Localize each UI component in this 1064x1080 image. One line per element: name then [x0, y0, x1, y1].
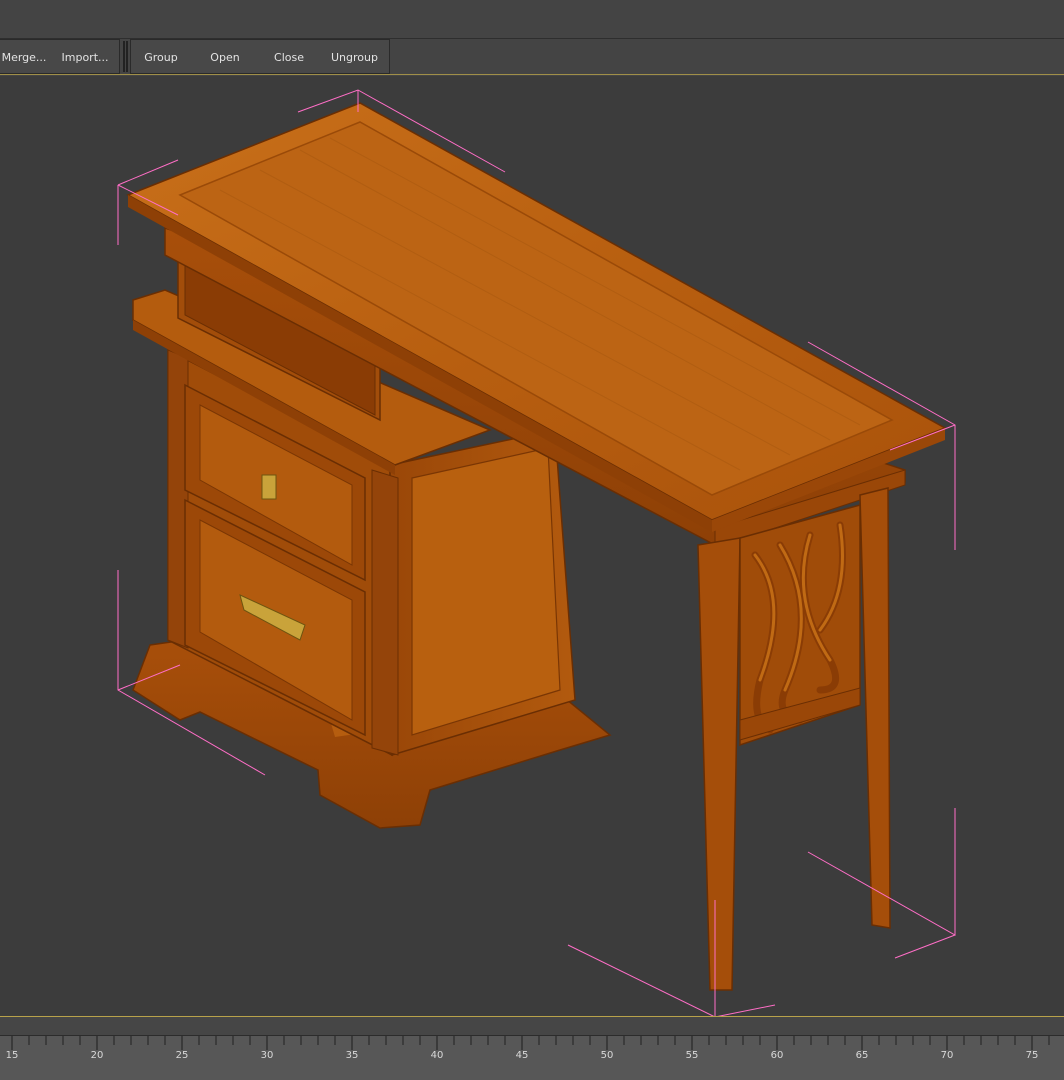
ruler-tick-label: 55	[686, 1050, 699, 1061]
perspective-viewport[interactable]	[0, 76, 1064, 1017]
group-button[interactable]: Group	[139, 49, 183, 67]
file-button-group: Merge... Import...	[0, 39, 120, 74]
ruler-tick-label: 75	[1026, 1050, 1039, 1061]
leg-back	[859, 487, 891, 929]
ruler-tick-label: 45	[516, 1050, 529, 1061]
toolbar-handle-2[interactable]	[126, 41, 128, 72]
ruler-tick-label: 60	[771, 1050, 784, 1061]
ruler-tick-label: 65	[856, 1050, 869, 1061]
ruler-ticks: 15 20 25 30 35 40 45 50 55 60 65 70 75	[6, 1036, 1050, 1061]
ruler-tick-label: 30	[261, 1050, 274, 1061]
ruler-tick-label: 15	[6, 1050, 19, 1061]
title-bar	[0, 0, 1064, 39]
ruler-tick-label: 35	[346, 1050, 359, 1061]
ruler-tick-label: 70	[941, 1050, 954, 1061]
frame-ruler[interactable]: 15 20 25 30 35 40 45 50 55 60 65 70 75	[0, 1035, 1064, 1080]
close-button[interactable]: Close	[269, 49, 309, 67]
timeline-track[interactable]: 15 20 25 30 35 40 45 50 55 60 65 70 75	[0, 1017, 1064, 1080]
toolbar-handle[interactable]	[123, 41, 125, 72]
ruler-tick-label: 25	[176, 1050, 189, 1061]
ruler-tick-label: 50	[601, 1050, 614, 1061]
group-toolbar: Merge... Import... Group Open Close Ungr…	[0, 39, 1064, 75]
import-button[interactable]: Import...	[59, 49, 111, 67]
ruler-tick-label: 40	[431, 1050, 444, 1061]
toolbar-divider	[0, 74, 1064, 75]
drawer-knob	[261, 474, 277, 500]
ruler-tick-label: 20	[91, 1050, 104, 1061]
leg-front	[697, 537, 741, 991]
desk-model[interactable]	[0, 76, 1064, 1017]
open-button[interactable]: Open	[205, 49, 245, 67]
group-button-group: Group Open Close Ungroup	[130, 39, 390, 74]
ungroup-button[interactable]: Ungroup	[331, 49, 378, 67]
merge-button[interactable]: Merge...	[1, 49, 47, 67]
